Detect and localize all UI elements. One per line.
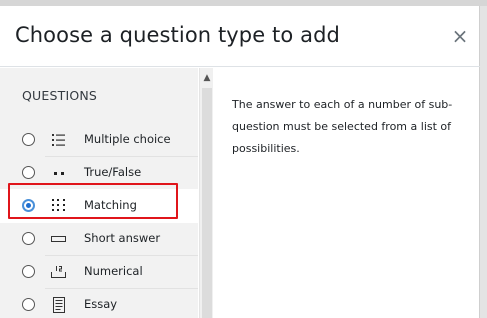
radio-essay[interactable] [22,298,35,311]
section-heading-questions: QUESTIONS [22,88,98,103]
option-essay[interactable]: Essay [0,288,198,318]
dialog-header: Choose a question type to add × [0,6,480,67]
radio-multiple-choice[interactable] [22,133,35,146]
page-background-gutter [480,6,487,318]
option-label: Essay [84,297,118,311]
radio-numerical[interactable] [22,265,35,278]
dialog-title: Choose a question type to add [15,23,340,47]
radio-short-answer[interactable] [22,232,35,245]
option-short-answer[interactable]: Short answer [0,222,198,256]
option-label: Multiple choice [84,132,171,146]
radio-true-false[interactable] [22,166,35,179]
option-label: Short answer [84,231,161,245]
option-label: True/False [84,165,142,179]
question-type-list: QUESTIONS Multiple choice True/False Mat… [0,68,198,318]
input-box-icon [51,236,66,242]
two-dots-icon [54,172,64,175]
close-icon[interactable]: × [449,25,471,47]
document-icon [53,297,65,313]
scroll-up-arrow-icon[interactable]: ▲ [200,72,214,84]
question-type-description: The answer to each of a number of sub-qu… [232,98,453,155]
scroll-thumb[interactable] [202,88,212,318]
list-scrollbar[interactable]: ▲ [199,68,213,318]
question-type-dialog: Choose a question type to add × QUESTION… [0,6,480,318]
option-numerical[interactable]: Numerical [0,255,198,289]
option-label: Numerical [84,264,143,278]
list-icon [52,134,65,146]
option-multiple-choice[interactable]: Multiple choice [0,123,198,157]
selection-highlight-box [8,183,178,219]
number-input-icon [51,266,66,278]
